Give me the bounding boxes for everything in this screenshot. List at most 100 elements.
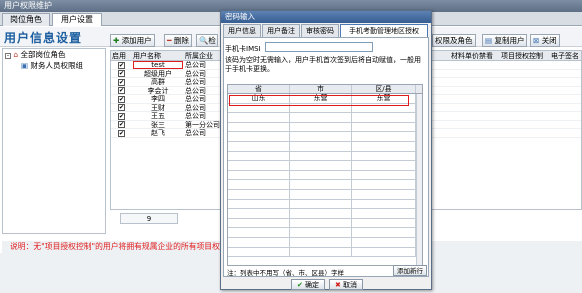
- region-row[interactable]: [228, 161, 422, 171]
- region-county-cell[interactable]: [352, 141, 416, 151]
- region-scrollbar[interactable]: [416, 94, 422, 265]
- enabled-checkbox[interactable]: ✔: [118, 112, 125, 120]
- username-cell[interactable]: 王五: [133, 112, 183, 121]
- enabled-checkbox[interactable]: ✔: [118, 104, 125, 111]
- enabled-checkbox[interactable]: ✔: [118, 129, 125, 137]
- region-province-cell[interactable]: [228, 189, 290, 199]
- tab-user-settings[interactable]: 用户设置: [52, 13, 102, 26]
- region-province-cell[interactable]: [228, 170, 290, 180]
- region-province-cell[interactable]: [228, 228, 290, 237]
- enabled-checkbox[interactable]: ✔: [118, 61, 125, 69]
- region-province-cell[interactable]: [228, 113, 290, 122]
- company-cell[interactable]: 总公司: [185, 104, 221, 113]
- region-province-cell[interactable]: [228, 180, 290, 189]
- role-tree[interactable]: - ⌂ 全部岗位角色 ▣ 财务人员权限组: [2, 48, 106, 234]
- region-row[interactable]: [228, 237, 422, 248]
- username-cell[interactable]: 张三: [133, 121, 183, 130]
- region-row[interactable]: [228, 113, 422, 123]
- region-row[interactable]: [228, 199, 422, 210]
- region-county-cell[interactable]: [352, 151, 416, 161]
- enabled-checkbox[interactable]: ✔: [118, 70, 125, 77]
- region-row[interactable]: [228, 218, 422, 229]
- enabled-checkbox[interactable]: ✔: [118, 121, 125, 128]
- company-cell[interactable]: 总公司: [185, 87, 221, 96]
- company-cell[interactable]: 总公司: [185, 95, 221, 104]
- region-city-cell[interactable]: [290, 122, 352, 132]
- username-cell[interactable]: 王财: [133, 104, 183, 113]
- region-table[interactable]: 省 市 区/县 山东 东营 东营: [227, 84, 423, 266]
- company-cell[interactable]: 总公司: [185, 112, 221, 121]
- region-city-cell[interactable]: [290, 132, 352, 141]
- region-city-cell[interactable]: [290, 199, 352, 209]
- region-row[interactable]: [228, 151, 422, 162]
- region-row[interactable]: [228, 247, 422, 258]
- company-cell[interactable]: 总公司: [185, 70, 221, 79]
- region-city-cell[interactable]: [290, 161, 352, 170]
- region-county-cell[interactable]: [352, 247, 416, 257]
- region-city-cell[interactable]: [290, 141, 352, 151]
- region-province-cell[interactable]: [228, 151, 290, 161]
- region-county-cell[interactable]: [352, 170, 416, 180]
- permission-role-button[interactable]: 权限及角色: [432, 34, 476, 47]
- region-row[interactable]: [228, 228, 422, 238]
- region-city-cell[interactable]: [290, 228, 352, 237]
- region-row[interactable]: [228, 209, 422, 219]
- enabled-checkbox[interactable]: ✔: [118, 78, 125, 86]
- region-county-cell[interactable]: [352, 161, 416, 170]
- username-cell[interactable]: 李会计: [133, 87, 183, 96]
- region-province-cell[interactable]: [228, 237, 290, 247]
- company-cell[interactable]: 总公司: [185, 129, 221, 138]
- region-row[interactable]: [228, 180, 422, 190]
- region-row[interactable]: [228, 189, 422, 200]
- username-cell[interactable]: 超级用户: [133, 70, 183, 79]
- tree-item[interactable]: ▣ 财务人员权限组: [3, 60, 105, 71]
- region-city-cell[interactable]: [290, 209, 352, 218]
- region-province-cell[interactable]: [228, 247, 290, 257]
- username-cell[interactable]: 李四: [133, 95, 183, 104]
- tab-audit-password[interactable]: 审核密码: [301, 24, 339, 37]
- tab-position-roles[interactable]: 岗位角色: [2, 13, 50, 26]
- region-row[interactable]: [228, 122, 422, 133]
- region-county-cell[interactable]: [352, 199, 416, 209]
- region-city-cell[interactable]: [290, 218, 352, 228]
- tab-user-remarks[interactable]: 用户备注: [262, 24, 300, 37]
- region-row[interactable]: [228, 170, 422, 181]
- collapse-icon[interactable]: -: [5, 53, 11, 59]
- region-county-cell[interactable]: [352, 209, 416, 218]
- region-province-cell[interactable]: [228, 209, 290, 218]
- add-row-button[interactable]: 添加新行: [393, 265, 427, 276]
- region-province-cell[interactable]: [228, 132, 290, 141]
- region-row[interactable]: [228, 141, 422, 152]
- username-cell[interactable]: 高群: [133, 78, 183, 87]
- region-city-cell[interactable]: [290, 189, 352, 199]
- region-province-cell[interactable]: [228, 199, 290, 209]
- cancel-button[interactable]: ✖ 取消: [329, 279, 363, 290]
- add-user-button[interactable]: ✚ 添加用户: [110, 34, 155, 47]
- close-button[interactable]: ⊠ 关闭: [530, 34, 560, 47]
- imsi-input[interactable]: [265, 42, 373, 52]
- username-cell[interactable]: test: [133, 61, 183, 69]
- check-button[interactable]: 🔍检: [196, 34, 218, 47]
- region-county-cell[interactable]: [352, 218, 416, 228]
- region-city-cell[interactable]: [290, 113, 352, 122]
- region-province-cell[interactable]: [228, 122, 290, 132]
- username-cell[interactable]: 赵飞: [133, 129, 183, 138]
- region-row[interactable]: [228, 132, 422, 142]
- ok-button[interactable]: ✔ 确定: [291, 279, 325, 290]
- region-city-cell[interactable]: [290, 151, 352, 161]
- company-cell[interactable]: 总公司: [185, 61, 221, 70]
- company-cell[interactable]: 总公司: [185, 78, 221, 87]
- region-city-cell[interactable]: [290, 237, 352, 247]
- region-county-cell[interactable]: [352, 122, 416, 132]
- region-province-cell[interactable]: [228, 161, 290, 170]
- tab-mobile-attendance-region[interactable]: 手机考勤管理地区授权: [340, 24, 428, 38]
- delete-button[interactable]: ━ 删除: [164, 34, 192, 47]
- region-county-cell[interactable]: [352, 237, 416, 247]
- copy-user-button[interactable]: ▤ 复制用户: [482, 34, 528, 47]
- company-cell[interactable]: 第一分公司: [185, 121, 221, 130]
- region-county-cell[interactable]: [352, 132, 416, 141]
- region-county-cell[interactable]: [352, 228, 416, 237]
- region-province-cell[interactable]: [228, 141, 290, 151]
- region-county-cell[interactable]: [352, 113, 416, 122]
- tab-user-info[interactable]: 用户信息: [223, 24, 261, 37]
